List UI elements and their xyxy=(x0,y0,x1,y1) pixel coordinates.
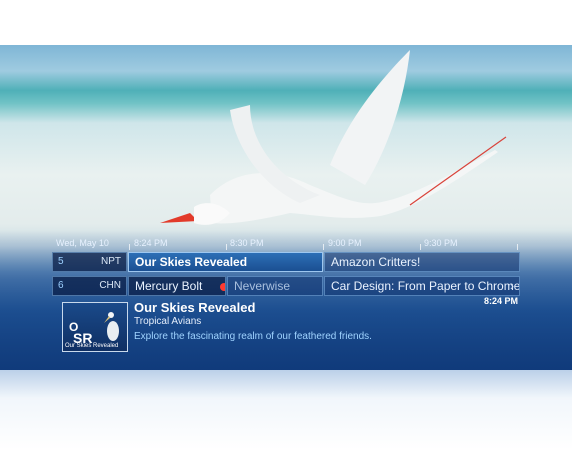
channel-cell-6[interactable]: 6 CHN xyxy=(52,276,127,296)
program-our-skies-revealed[interactable]: Our Skies Revealed xyxy=(128,252,323,272)
time-slot-2: 8:30 PM xyxy=(230,238,264,248)
time-bar: Wed, May 10 8:24 PM 8:30 PM 9:00 PM 9:30… xyxy=(52,236,520,250)
screen-reflection xyxy=(0,370,572,450)
tick xyxy=(420,244,421,250)
time-slot-1: 8:24 PM xyxy=(134,238,168,248)
tick xyxy=(323,244,324,250)
time-slot-4: 9:30 PM xyxy=(424,238,458,248)
tick xyxy=(517,244,518,250)
record-dot-icon xyxy=(219,282,225,291)
channel-number: 5 xyxy=(58,256,64,267)
time-slot-3: 9:00 PM xyxy=(328,238,362,248)
program-thumbnail: O SR Our Skies Revealed xyxy=(62,302,128,352)
program-mercury-bolt[interactable]: Mercury Bolt xyxy=(128,276,226,296)
channel-callsign: CHN xyxy=(99,280,121,291)
info-episode: Tropical Avians xyxy=(134,316,202,327)
pelican-icon xyxy=(104,312,119,341)
program-info-panel: O SR Our Skies Revealed Our Skies Reveal… xyxy=(62,296,520,357)
channel-row-6: 6 CHN Mercury Bolt Neverwise Car Design:… xyxy=(52,276,520,298)
program-amazon-critters[interactable]: Amazon Critters! xyxy=(324,252,520,272)
program-title: Neverwise xyxy=(234,279,291,293)
thumbnail-caption: Our Skies Revealed xyxy=(65,343,119,349)
current-time: 8:24 PM xyxy=(483,296,518,306)
chevron-right-icon[interactable]: › xyxy=(510,277,514,295)
program-neverwise[interactable]: Neverwise xyxy=(227,276,323,296)
program-title: Our Skies Revealed xyxy=(135,255,248,269)
program-car-design[interactable]: Car Design: From Paper to Chrome › xyxy=(324,276,520,296)
program-title: Mercury Bolt xyxy=(135,279,203,293)
channel-row-5: 5 NPT Our Skies Revealed Amazon Critters… xyxy=(52,252,520,274)
info-title: Our Skies Revealed xyxy=(134,300,256,315)
tick xyxy=(129,244,130,250)
program-title: Car Design: From Paper to Chrome xyxy=(331,279,520,293)
info-description: Explore the fascinating realm of our fea… xyxy=(134,331,372,342)
channel-callsign: NPT xyxy=(101,256,121,267)
program-guide: Wed, May 10 8:24 PM 8:30 PM 9:00 PM 9:30… xyxy=(52,236,520,298)
guide-date: Wed, May 10 xyxy=(56,238,109,248)
channel-cell-5[interactable]: 5 NPT xyxy=(52,252,127,272)
tick xyxy=(226,244,227,250)
bird-photo xyxy=(160,50,507,225)
channel-number: 6 xyxy=(58,280,64,291)
program-title: Amazon Critters! xyxy=(331,255,421,269)
